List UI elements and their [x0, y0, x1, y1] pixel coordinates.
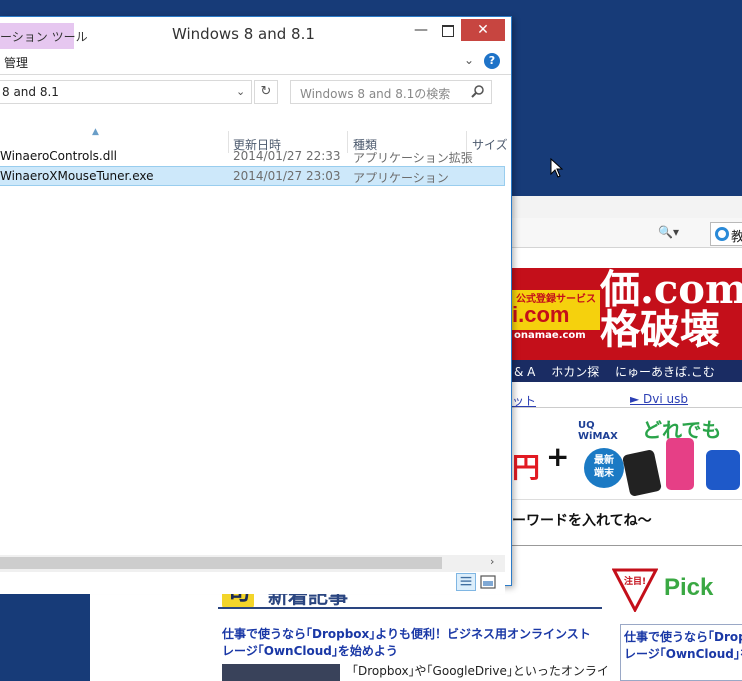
minimize-button[interactable]: — [408, 19, 434, 41]
address-dropdown-icon[interactable]: ⌄ [236, 85, 245, 98]
ie-logo-icon [715, 227, 729, 241]
search-placeholder[interactable]: Windows 8 and 8.1の検索 [300, 85, 450, 102]
refresh-button[interactable]: ↻ [254, 80, 278, 104]
sort-ascending-icon: ▲ [92, 127, 99, 137]
file-name[interactable]: WinaeroXMouseTuner.exe [0, 169, 153, 183]
large-icons-view-icon[interactable] [480, 575, 496, 589]
banner-domain: onamae.com [514, 330, 586, 341]
pick-heading: Pick [664, 574, 714, 601]
heading-underline [218, 607, 602, 609]
banner-com-text: i.com [512, 302, 570, 327]
file-modified: 2014/01/27 23:03 [233, 169, 341, 183]
maximize-button[interactable] [434, 19, 460, 41]
mouse-cursor-icon [550, 158, 564, 178]
file-row-selected[interactable]: WinaeroXMouseTuner.exe 2014/01/27 23:03 … [0, 166, 505, 186]
banner-big-text: 価.com 格破壊 [600, 266, 742, 353]
file-modified: 2014/01/27 22:33 [233, 149, 341, 163]
scroll-right-arrow-icon[interactable]: › [490, 555, 494, 568]
pick-badge-text: 注目! [624, 575, 646, 587]
help-icon[interactable]: ? [484, 53, 500, 69]
article-thumbnail[interactable] [222, 664, 340, 681]
link-strip [512, 382, 742, 408]
sponsored-link-dvi-usb[interactable]: ► Dvi usb [630, 392, 688, 406]
search-icon[interactable] [470, 84, 486, 100]
browser-address-bar[interactable] [512, 218, 742, 248]
close-button[interactable]: ✕ [461, 19, 505, 41]
file-explorer-window: ーション ツール Windows 8 and 8.1 — ✕ 管理 ⌄ ? 8 … [0, 16, 512, 594]
uq-wimax-logo: UQ WiMAX [578, 420, 618, 442]
pick-warning-icon: 注目! [612, 568, 658, 612]
search-dropdown-icon[interactable]: 🔍▾ [658, 225, 679, 239]
article-title-link[interactable]: 仕事で使うなら｢Dropbox｣よりも便利！ビジネス用オンラインストレージ｢Ow… [222, 626, 602, 660]
address-path[interactable]: 8 and 8.1 [2, 85, 59, 99]
ribbon-manage-tab[interactable]: 管理 [4, 54, 28, 71]
file-row[interactable]: WinaeroControls.dll 2014/01/27 22:33 アプリ… [0, 146, 505, 166]
ribbon-bar [0, 49, 511, 75]
expand-ribbon-chevron-icon[interactable]: ⌄ [464, 53, 474, 67]
keyword-prompt: ーワードを入れてね～ [512, 513, 652, 529]
scrollbar-thumb[interactable] [0, 557, 442, 569]
article-snippet: ｢Dropbox｣や｢GoogleDrive｣といったオンライ [352, 664, 609, 678]
browser-tab-strip [512, 196, 742, 220]
file-type: アプリケーション [353, 171, 449, 185]
phone-blue-image [706, 450, 740, 490]
status-bar [0, 572, 505, 594]
sponsored-link-left[interactable]: ット [512, 392, 536, 409]
site-nav-links[interactable]: & A ホカン探 にゅーあきば.こむ [514, 363, 715, 380]
file-name[interactable]: WinaeroControls.dll [0, 149, 117, 163]
window-title: Windows 8 and 8.1 [172, 25, 315, 43]
application-tools-tab[interactable]: ーション ツール [0, 23, 88, 49]
browser-tab-label: 教 [731, 230, 742, 245]
browser-tab[interactable]: 教 [710, 222, 742, 246]
details-view-icon[interactable] [456, 573, 476, 591]
ad-new-device-badge: 最新 端末 [584, 448, 624, 488]
pick-article-link[interactable]: 仕事で使うなら｢Drop レージ｢OwnCloud｣を [624, 629, 742, 663]
ad-price-text: 円 [512, 451, 541, 484]
phone-pink-image [666, 438, 694, 490]
file-type: アプリケーション拡張 [353, 151, 473, 165]
ad-plus-sign: + [546, 440, 570, 473]
